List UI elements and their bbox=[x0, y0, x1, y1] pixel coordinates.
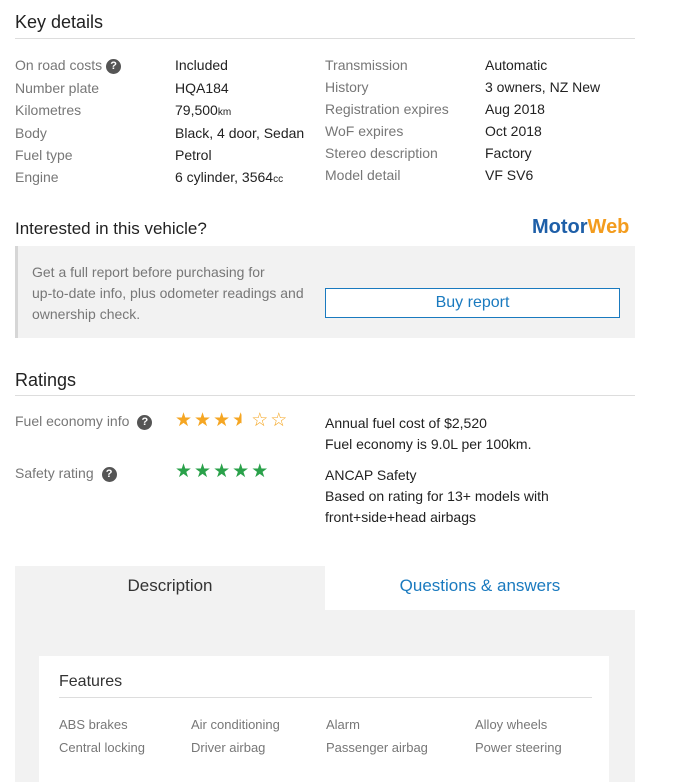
transmission-value: Automatic bbox=[485, 57, 548, 73]
star-full-icon: ★ bbox=[175, 461, 195, 482]
interested-title: Interested in this vehicle? bbox=[15, 219, 207, 238]
star-full-icon: ★ bbox=[213, 461, 233, 482]
ratings-title: Ratings bbox=[15, 370, 77, 390]
wof-expires-value: Oct 2018 bbox=[485, 123, 542, 139]
feature-item: Alloy wheels bbox=[475, 717, 548, 732]
star-empty-icon: ☆ bbox=[270, 410, 290, 431]
tab-description[interactable]: Description bbox=[15, 576, 325, 596]
star-half-icon: ★ bbox=[232, 410, 252, 431]
help-icon[interactable]: ? bbox=[106, 59, 122, 74]
wof-expires-label: WoF expires bbox=[325, 123, 404, 139]
body-value: Black, 4 door, Sedan bbox=[175, 125, 305, 141]
panel-accent-bar bbox=[15, 246, 18, 338]
kilometres-label: Kilometres bbox=[15, 102, 82, 118]
safety-rating-label: Safety rating? bbox=[15, 465, 117, 482]
star-full-icon: ★ bbox=[175, 410, 195, 431]
fuel-economy-stars: ★★★★☆☆ bbox=[175, 411, 289, 430]
star-full-icon: ★ bbox=[194, 461, 214, 482]
safety-rating-stars: ★★★★★ bbox=[175, 462, 270, 481]
fuel-economy-label: Fuel economy info? bbox=[15, 413, 153, 430]
feature-item: Passenger airbag bbox=[326, 740, 428, 755]
fuel-type-label: Fuel type bbox=[15, 147, 73, 163]
transmission-label: Transmission bbox=[325, 57, 408, 73]
on-road-costs-value: Included bbox=[175, 57, 228, 73]
history-label: History bbox=[325, 79, 369, 95]
stereo-description-value: Factory bbox=[485, 145, 532, 161]
stereo-description-label: Stereo description bbox=[325, 145, 438, 161]
model-detail-value: VF SV6 bbox=[485, 167, 534, 183]
tab-questions-answers[interactable]: Questions & answers bbox=[325, 576, 635, 596]
engine-value: 6 cylinder, 3564cc bbox=[175, 169, 284, 185]
divider bbox=[15, 395, 635, 396]
help-icon[interactable]: ? bbox=[137, 415, 153, 430]
features-title: Features bbox=[59, 673, 123, 690]
buy-report-button[interactable]: Buy report bbox=[325, 288, 620, 318]
number-plate-value: HQA184 bbox=[175, 80, 229, 96]
star-full-icon: ★ bbox=[213, 410, 233, 431]
motorweb-logo: MotorWeb bbox=[532, 216, 630, 238]
star-full-icon: ★ bbox=[194, 410, 214, 431]
fuel-economy-details: Annual fuel cost of $2,520 Fuel economy … bbox=[325, 415, 532, 452]
report-text: Get a full report before purchasing for … bbox=[32, 264, 304, 322]
kilometres-value: 79,500km bbox=[175, 102, 232, 118]
number-plate-label: Number plate bbox=[15, 80, 100, 96]
feature-item: Driver airbag bbox=[191, 740, 266, 755]
engine-label: Engine bbox=[15, 169, 59, 185]
feature-item: Central locking bbox=[59, 740, 145, 755]
divider bbox=[15, 38, 635, 39]
body-label: Body bbox=[15, 125, 47, 141]
star-full-icon: ★ bbox=[232, 461, 252, 482]
star-empty-icon: ☆ bbox=[251, 410, 271, 431]
features-card: Features ABS brakes Air conditioning Ala… bbox=[39, 656, 609, 782]
divider bbox=[59, 697, 592, 698]
model-detail-label: Model detail bbox=[325, 167, 401, 183]
fuel-type-value: Petrol bbox=[175, 147, 212, 163]
key-details-title: Key details bbox=[15, 12, 104, 32]
feature-item: Air conditioning bbox=[191, 717, 280, 732]
feature-item: ABS brakes bbox=[59, 717, 128, 732]
feature-item: Alarm bbox=[326, 717, 360, 732]
feature-item: Power steering bbox=[475, 740, 562, 755]
registration-expires-label: Registration expires bbox=[325, 101, 449, 117]
help-icon[interactable]: ? bbox=[101, 467, 117, 482]
star-full-icon: ★ bbox=[251, 461, 271, 482]
safety-rating-details: ANCAP Safety Based on rating for 13+ mod… bbox=[325, 467, 549, 525]
registration-expires-value: Aug 2018 bbox=[485, 101, 545, 117]
history-value: 3 owners, NZ New bbox=[485, 79, 601, 95]
on-road-costs-label: On road costs? bbox=[15, 57, 122, 74]
